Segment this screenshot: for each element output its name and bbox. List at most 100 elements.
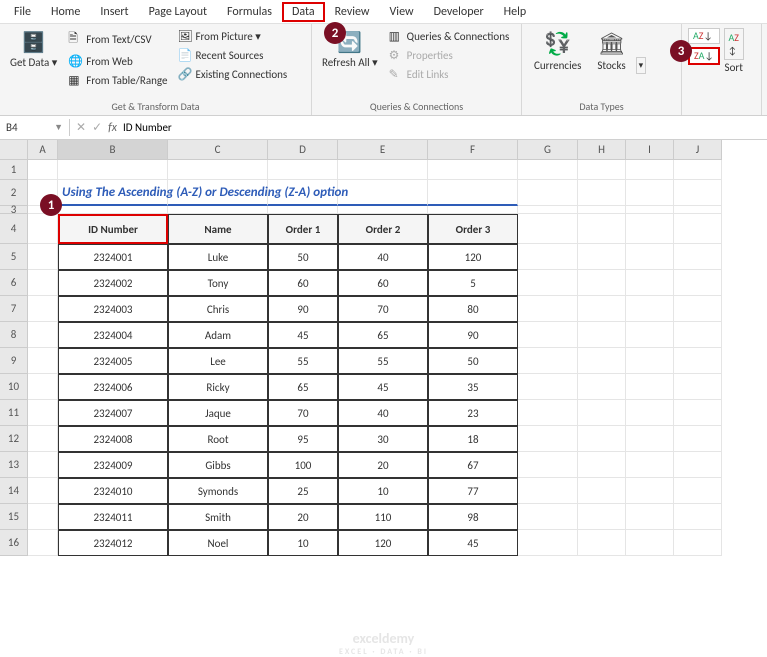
cell-B2[interactable]: Using The Ascending (A-Z) or Descending …: [58, 180, 168, 206]
cell-G14[interactable]: [518, 478, 578, 504]
cell-C11[interactable]: Jaque: [168, 400, 268, 426]
menu-review[interactable]: Review: [325, 2, 380, 22]
cell-H15[interactable]: [578, 504, 626, 530]
cell-H10[interactable]: [578, 374, 626, 400]
cell-J1[interactable]: [674, 160, 722, 180]
recent-sources-button[interactable]: 📄Recent Sources: [174, 47, 290, 64]
cell-J15[interactable]: [674, 504, 722, 530]
row-header-11[interactable]: 11: [0, 400, 28, 426]
cell-E7[interactable]: 70: [338, 296, 428, 322]
row-header-15[interactable]: 15: [0, 504, 28, 530]
cell-G2[interactable]: [518, 180, 578, 206]
cell-J7[interactable]: [674, 296, 722, 322]
cell-F9[interactable]: 50: [428, 348, 518, 374]
cell-I7[interactable]: [626, 296, 674, 322]
cell-F6[interactable]: 5: [428, 270, 518, 296]
col-header-C[interactable]: C: [168, 140, 268, 160]
cell-D11[interactable]: 70: [268, 400, 338, 426]
cell-G8[interactable]: [518, 322, 578, 348]
cell-D14[interactable]: 25: [268, 478, 338, 504]
cell-I1[interactable]: [626, 160, 674, 180]
fx-cancel-icon[interactable]: ✕: [76, 120, 86, 135]
cell-J4[interactable]: [674, 214, 722, 244]
cell-B14[interactable]: 2324010: [58, 478, 168, 504]
cell-J8[interactable]: [674, 322, 722, 348]
cell-H8[interactable]: [578, 322, 626, 348]
cell-I13[interactable]: [626, 452, 674, 478]
cell-E11[interactable]: 40: [338, 400, 428, 426]
cell-B1[interactable]: [58, 160, 168, 180]
cell-G13[interactable]: [518, 452, 578, 478]
cell-G11[interactable]: [518, 400, 578, 426]
cell-E8[interactable]: 65: [338, 322, 428, 348]
cell-F1[interactable]: [428, 160, 518, 180]
cell-C13[interactable]: Gibbs: [168, 452, 268, 478]
row-header-5[interactable]: 5: [0, 244, 28, 270]
menu-file[interactable]: File: [4, 2, 41, 22]
fx-confirm-icon[interactable]: ✓: [92, 120, 102, 135]
cell-D8[interactable]: 45: [268, 322, 338, 348]
cell-F13[interactable]: 67: [428, 452, 518, 478]
cell-E12[interactable]: 30: [338, 426, 428, 452]
cell-B16[interactable]: 2324012: [58, 530, 168, 556]
cell-A5[interactable]: [28, 244, 58, 270]
cell-J5[interactable]: [674, 244, 722, 270]
row-header-9[interactable]: 9: [0, 348, 28, 374]
from-picture-button[interactable]: 🖼From Picture ▾: [174, 28, 290, 45]
cell-E9[interactable]: 55: [338, 348, 428, 374]
cell-H6[interactable]: [578, 270, 626, 296]
row-header-13[interactable]: 13: [0, 452, 28, 478]
cell-D9[interactable]: 55: [268, 348, 338, 374]
row-header-1[interactable]: 1: [0, 160, 28, 180]
sort-descending-button[interactable]: ZA↓: [688, 47, 720, 65]
cell-C5[interactable]: Luke: [168, 244, 268, 270]
row-header-6[interactable]: 6: [0, 270, 28, 296]
cell-A6[interactable]: [28, 270, 58, 296]
stocks-button[interactable]: 🏛Stocks: [591, 28, 631, 74]
col-header-F[interactable]: F: [428, 140, 518, 160]
col-header-J[interactable]: J: [674, 140, 722, 160]
cell-I14[interactable]: [626, 478, 674, 504]
cell-E10[interactable]: 45: [338, 374, 428, 400]
col-header-E[interactable]: E: [338, 140, 428, 160]
from-table-button[interactable]: ▦From Table/Range: [65, 72, 170, 89]
row-header-7[interactable]: 7: [0, 296, 28, 322]
fx-icon[interactable]: fx: [108, 121, 117, 135]
cell-F12[interactable]: 18: [428, 426, 518, 452]
cell-B10[interactable]: 2324006: [58, 374, 168, 400]
cell-D1[interactable]: [268, 160, 338, 180]
cell-I3[interactable]: [626, 206, 674, 214]
cell-C6[interactable]: Tony: [168, 270, 268, 296]
cell-B7[interactable]: 2324003: [58, 296, 168, 322]
row-header-16[interactable]: 16: [0, 530, 28, 556]
menu-data[interactable]: Data: [282, 2, 325, 22]
cell-I16[interactable]: [626, 530, 674, 556]
cell-E4[interactable]: Order 2: [338, 214, 428, 244]
cell-B15[interactable]: 2324011: [58, 504, 168, 530]
cell-I12[interactable]: [626, 426, 674, 452]
cell-H11[interactable]: [578, 400, 626, 426]
cell-G9[interactable]: [518, 348, 578, 374]
menu-developer[interactable]: Developer: [424, 2, 494, 22]
cell-I8[interactable]: [626, 322, 674, 348]
expand-datatypes-button[interactable]: ▾: [636, 57, 647, 74]
currencies-button[interactable]: 💱Currencies: [528, 28, 587, 74]
row-header-10[interactable]: 10: [0, 374, 28, 400]
cell-G5[interactable]: [518, 244, 578, 270]
cell-H2[interactable]: [578, 180, 626, 206]
cell-G12[interactable]: [518, 426, 578, 452]
select-all-corner[interactable]: [0, 140, 28, 160]
cell-A1[interactable]: [28, 160, 58, 180]
menu-view[interactable]: View: [380, 2, 424, 22]
cell-G1[interactable]: [518, 160, 578, 180]
menu-page-layout[interactable]: Page Layout: [139, 2, 217, 22]
cell-C12[interactable]: Root: [168, 426, 268, 452]
cell-B12[interactable]: 2324008: [58, 426, 168, 452]
cell-D16[interactable]: 10: [268, 530, 338, 556]
cell-G15[interactable]: [518, 504, 578, 530]
cell-D6[interactable]: 60: [268, 270, 338, 296]
cell-F10[interactable]: 35: [428, 374, 518, 400]
col-header-A[interactable]: A: [28, 140, 58, 160]
cell-J12[interactable]: [674, 426, 722, 452]
cell-A14[interactable]: [28, 478, 58, 504]
